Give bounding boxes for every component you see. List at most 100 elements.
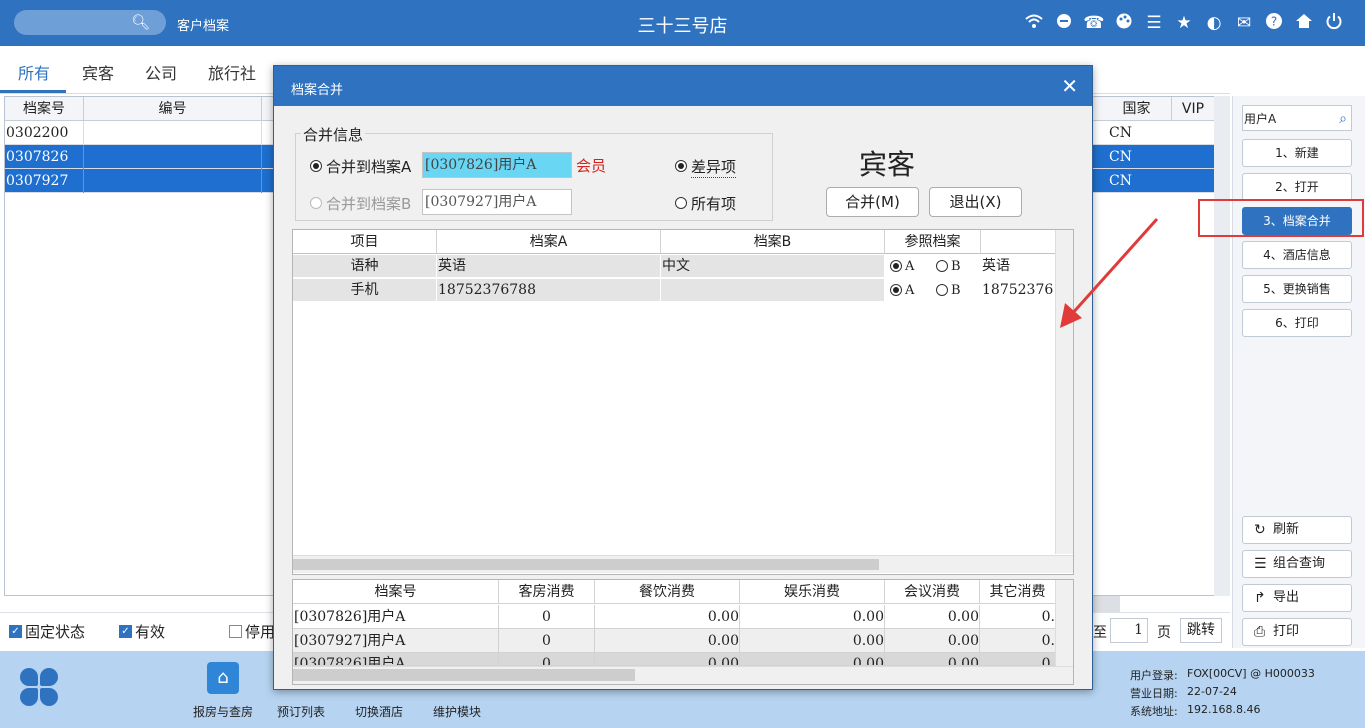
col-header-code[interactable]: 编号 (84, 97, 262, 121)
cost-vertical-scrollbar[interactable] (1055, 580, 1073, 666)
fixed-status-checkbox[interactable]: ✓ (9, 625, 22, 638)
help-icon[interactable]: ? (1263, 12, 1285, 34)
col-header-reference: 参照档案 (885, 230, 981, 254)
annotation-arrow (1060, 217, 1159, 328)
reference-choice: A B (885, 279, 981, 302)
print-button[interactable]: 6、打印 (1242, 309, 1352, 337)
reference-choice: A B (885, 255, 981, 278)
switch-hotel-button[interactable]: 切换酒店 (355, 703, 403, 720)
exit-button[interactable]: 退出(X) (929, 187, 1022, 217)
col-header-vip[interactable]: VIP (1172, 97, 1215, 121)
grid-vertical-scrollbar[interactable] (1214, 96, 1230, 596)
list-icon: ☰ (1254, 556, 1267, 572)
file-a-field[interactable]: [0307826]用户A (422, 152, 572, 178)
refresh-button[interactable]: ↻ 刷新 (1242, 516, 1352, 544)
valid-label: 有效 (135, 623, 166, 641)
hotel-info-button[interactable]: 4、酒店信息 (1242, 241, 1352, 269)
star-icon[interactable]: ★ (1173, 12, 1195, 34)
tab-all[interactable]: 所有 (18, 60, 50, 84)
merge-to-b-label[interactable]: 合并到档案B (326, 193, 411, 214)
cost-horizontal-scroll-thumb[interactable] (293, 669, 635, 681)
contrast-icon[interactable]: ◐ (1203, 12, 1225, 34)
diff-value-b (661, 279, 885, 302)
logo-petal (20, 668, 38, 686)
fixed-status-label: 固定状态 (25, 623, 86, 641)
cell-file-no: 0307927 (5, 169, 84, 193)
cost-header-row: 档案号 客房消费 餐饮消费 娱乐消费 会议消费 其它消费 (293, 580, 1055, 604)
diff-row[interactable]: 语种 英语 中文 A B 英语 (293, 255, 1055, 278)
reservation-list-button[interactable]: 预订列表 (277, 703, 325, 720)
cost-file-no: [0307927]用户A (293, 629, 499, 653)
cost-row[interactable]: [0307927]用户A 0 0.00 0.00 0.00 0. (293, 629, 1055, 653)
choose-a-radio[interactable] (890, 260, 902, 272)
business-date-label: 营业日期: (1130, 687, 1178, 700)
tab-company[interactable]: 公司 (145, 60, 177, 84)
diff-horizontal-scroll-thumb[interactable] (293, 559, 879, 570)
cell-code (84, 121, 262, 145)
col-header-file-no[interactable]: 档案号 (5, 97, 84, 121)
merge-button[interactable]: 合并(M) (826, 187, 919, 217)
diff-row[interactable]: 手机 18752376788 A B 18752376788 (293, 279, 1055, 302)
phone-icon[interactable]: ☎ (1083, 12, 1105, 34)
tab-travel-agency[interactable]: 旅行社 (208, 60, 256, 84)
cost-entertainment: 0.00 (740, 629, 885, 653)
all-items-label[interactable]: 所有项 (691, 193, 736, 214)
print-tool-button[interactable]: ⎙ 打印 (1242, 618, 1352, 646)
search-icon[interactable]: ⌕ (1339, 106, 1347, 132)
business-date-value: 22-07-24 (1187, 685, 1237, 698)
close-icon[interactable]: ✕ (1061, 74, 1078, 98)
grid-horizontal-scroll-thumb[interactable] (1090, 596, 1120, 612)
diff-items-label[interactable]: 差异项 (691, 156, 737, 178)
page-unit: 页 (1157, 625, 1171, 641)
diff-item: 语种 (293, 255, 437, 278)
merge-to-a-radio[interactable] (310, 160, 322, 172)
change-sales-button[interactable]: 5、更换销售 (1242, 275, 1352, 303)
user-search-value: 用户A (1244, 112, 1277, 126)
power-icon[interactable] (1323, 12, 1345, 34)
cost-row[interactable]: [0307826]用户A 0 0.00 0.00 0.00 0. (293, 605, 1055, 629)
merge-to-a-label[interactable]: 合并到档案A (326, 156, 411, 177)
wifi-icon[interactable] (1023, 12, 1045, 34)
new-button[interactable]: 1、新建 (1242, 139, 1352, 167)
home-icon[interactable] (1293, 12, 1315, 34)
refresh-icon: ↻ (1254, 522, 1266, 538)
palette-icon[interactable] (1113, 12, 1135, 34)
valid-checkbox[interactable]: ✓ (119, 625, 132, 638)
tab-active-indicator (0, 90, 66, 93)
merge-to-b-radio[interactable] (310, 197, 322, 209)
choose-b-radio[interactable] (936, 260, 948, 272)
col-header-result (981, 230, 1055, 254)
chat-icon[interactable] (1053, 12, 1075, 34)
room-status-button[interactable]: 报房与查房 (193, 703, 253, 720)
cost-other: 0. (1041, 609, 1055, 625)
member-badge: 会员 (576, 157, 607, 175)
user-search-field[interactable]: 用户A ⌕ (1242, 105, 1352, 131)
page-number-input[interactable]: 1 (1110, 618, 1148, 643)
cost-room: 0 (499, 653, 595, 665)
diff-items-radio[interactable] (675, 160, 687, 172)
logo-petal (40, 688, 58, 706)
cost-row[interactable]: [0307826]用户A 0 0.00 0.00 0.00 0. (293, 653, 1055, 666)
print-tool-label: 打印 (1273, 624, 1300, 639)
all-items-radio[interactable] (675, 197, 687, 209)
mail-icon[interactable]: ✉ (1233, 12, 1255, 34)
room-status-icon[interactable]: ⌂ (207, 662, 239, 694)
diff-value-b: 中文 (661, 255, 885, 278)
disabled-checkbox[interactable] (229, 625, 242, 638)
file-b-field[interactable]: [0307927]用户A (422, 189, 572, 215)
diff-value-a: 英语 (437, 255, 661, 278)
open-button[interactable]: 2、打开 (1242, 173, 1352, 201)
choose-b-radio[interactable] (936, 284, 948, 296)
export-icon: ↱ (1254, 590, 1266, 606)
cost-table: 档案号 客房消费 餐饮消费 娱乐消费 会议消费 其它消费 [0307826]用户… (292, 579, 1074, 685)
menu-icon[interactable]: ☰ (1143, 12, 1165, 34)
choose-a-radio[interactable] (890, 284, 902, 296)
col-header-country[interactable]: 国家 (1102, 97, 1172, 121)
maintenance-button[interactable]: 维护模块 (433, 703, 481, 720)
jump-button[interactable]: 跳转 (1180, 618, 1222, 643)
export-button[interactable]: ↱ 导出 (1242, 584, 1352, 612)
combined-query-button[interactable]: ☰ 组合查询 (1242, 550, 1352, 578)
option-a-label: A (905, 283, 915, 298)
tab-guest[interactable]: 宾客 (82, 60, 114, 84)
cost-file-no: [0307826]用户A (293, 605, 499, 629)
